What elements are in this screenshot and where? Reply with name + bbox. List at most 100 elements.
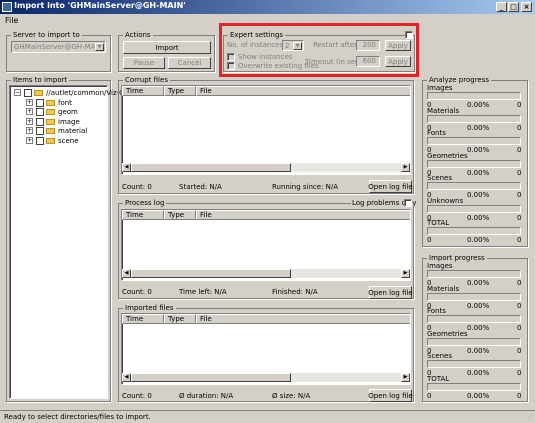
progress-label: Fonts [427,307,446,315]
column-header-time[interactable]: Time [122,210,164,220]
progress-count-right: 0 [517,346,522,355]
progress-percent: 0.00% [467,146,490,154]
close-button[interactable]: × [521,2,532,12]
progress-label: Scenes [427,352,452,360]
tree-root[interactable]: − //autlet/common/Viz-C [14,88,124,97]
column-header-file[interactable]: File [196,86,410,96]
column-header-time[interactable]: Time [122,314,164,324]
corrupt-files-table[interactable]: Time Type File ◀ ▶ [121,85,411,175]
scroll-right-icon[interactable]: ▶ [401,163,410,172]
corrupt-running-since: Running since: N/A [272,183,339,191]
progress-percent: 0.00% [467,369,490,377]
expand-icon[interactable]: + [26,99,33,106]
column-header-type[interactable]: Type [164,210,196,220]
server-combo[interactable]: GHMainServer@GH-MAIN(Adr ▼ [11,41,106,53]
progress-bar [427,159,521,168]
imported-group-label: Imported files [123,304,176,312]
collapse-icon[interactable]: − [14,89,21,96]
process-group-label: Process log [123,199,167,207]
tree-item-label: font [58,98,72,107]
process-log-table[interactable]: Time Type File ◀ ▶ [121,209,411,281]
actions-group-label: Actions [123,31,153,39]
scroll-right-icon[interactable]: ▶ [401,269,410,278]
progress-label: Materials [427,284,460,293]
tree-item-label: geom [58,107,78,116]
column-header-type[interactable]: Type [164,314,196,324]
log-problems-checkbox[interactable] [404,199,412,207]
progress-bar [427,337,521,346]
tree-item-label: image [58,117,80,126]
scroll-right-icon[interactable]: ▶ [401,373,410,382]
folder-icon [46,108,55,115]
resize-grip-icon[interactable]: ⋰ [527,414,533,421]
corrupt-open-log-button[interactable]: Open log file [368,180,413,193]
scroll-left-icon[interactable]: ◀ [122,163,131,172]
cancel-button[interactable]: Cancel [168,57,211,69]
progress-label: Fonts [427,129,446,137]
horizontal-scrollbar[interactable]: ◀ ▶ [122,373,410,382]
maximize-button[interactable]: □ [508,2,519,12]
progress-label: Scenes [427,174,452,182]
analyze-progress-group: Analyze progress Images 0 0.00% 0 Materials 0… [422,76,528,247]
menu-file[interactable]: File [5,16,18,25]
status-text: Ready to select directories/files to imp… [4,413,151,421]
column-header-file[interactable]: File [196,210,410,220]
minimize-button[interactable]: _ [496,2,507,12]
expand-icon[interactable]: + [26,108,33,115]
progress-bar [427,92,521,100]
progress-percent: 0.00% [467,301,490,310]
tree-checkbox[interactable] [36,136,44,145]
tree-checkbox[interactable] [36,117,44,126]
pause-button[interactable]: Pause [123,57,165,69]
tree-checkbox[interactable] [36,107,44,116]
expand-icon[interactable]: + [26,137,33,144]
expand-icon[interactable]: + [26,118,33,125]
tree-item-scene[interactable]: + scene [26,136,79,145]
folder-icon [46,99,55,106]
folder-icon [46,118,55,125]
imported-files-table[interactable]: Time Type File ◀ ▶ [121,313,411,385]
column-header-file[interactable]: File [196,314,410,324]
progress-count-right: 0 [517,191,522,199]
process-open-log-button[interactable]: Open log file [368,286,413,299]
imported-open-log-button[interactable]: Open log file [368,389,413,402]
tree-checkbox[interactable] [36,126,44,135]
tree-item-geom[interactable]: + geom [26,107,78,116]
horizontal-scrollbar[interactable]: ◀ ▶ [122,269,410,278]
scroll-thumb[interactable] [131,269,291,278]
column-header-type[interactable]: Type [164,86,196,96]
process-time-left: Time left: N/A [179,288,227,296]
import-button[interactable]: Import [123,41,211,54]
progress-count-right: 0 [517,301,522,310]
progress-label: Geometries [427,151,468,160]
progress-percent: 0.00% [467,213,490,222]
chevron-down-icon: ▼ [95,43,104,51]
tree-checkbox[interactable] [36,98,44,107]
progress-bar [427,204,521,213]
scroll-thumb[interactable] [131,163,291,172]
imported-duration: Ø duration: N/A [179,392,234,400]
progress-bar [427,360,521,368]
imported-count: Count: 0 [122,392,152,400]
horizontal-scrollbar[interactable]: ◀ ▶ [122,163,410,172]
server-group: Server to import to GHMainServer@GH-MAIN… [6,31,111,72]
scroll-left-icon[interactable]: ◀ [122,373,131,382]
scroll-thumb[interactable] [131,373,291,382]
tree-item-image[interactable]: + image [26,117,80,126]
progress-bar [427,382,521,391]
corrupt-files-group: Corrupt files Time Type File ◀ ▶ Count: … [118,76,414,194]
process-count: Count: 0 [122,288,152,296]
progress-count-left: 0 [427,236,432,244]
window-title: Import into 'GHMainServer@GH-MAIN' [14,1,186,10]
progress-bar [427,292,521,301]
expand-icon[interactable]: + [26,127,33,134]
tree-item-font[interactable]: + font [26,98,72,107]
tree-checkbox[interactable] [24,88,32,97]
scroll-left-icon[interactable]: ◀ [122,269,131,278]
progress-count-right: 0 [517,279,522,287]
progress-label: Materials [427,106,460,115]
items-tree[interactable]: − //autlet/common/Viz-C + font + geom + … [9,85,124,399]
actions-group: Actions Import Pause Cancel [118,31,215,72]
column-header-time[interactable]: Time [122,86,164,96]
tree-item-material[interactable]: + material [26,126,87,135]
